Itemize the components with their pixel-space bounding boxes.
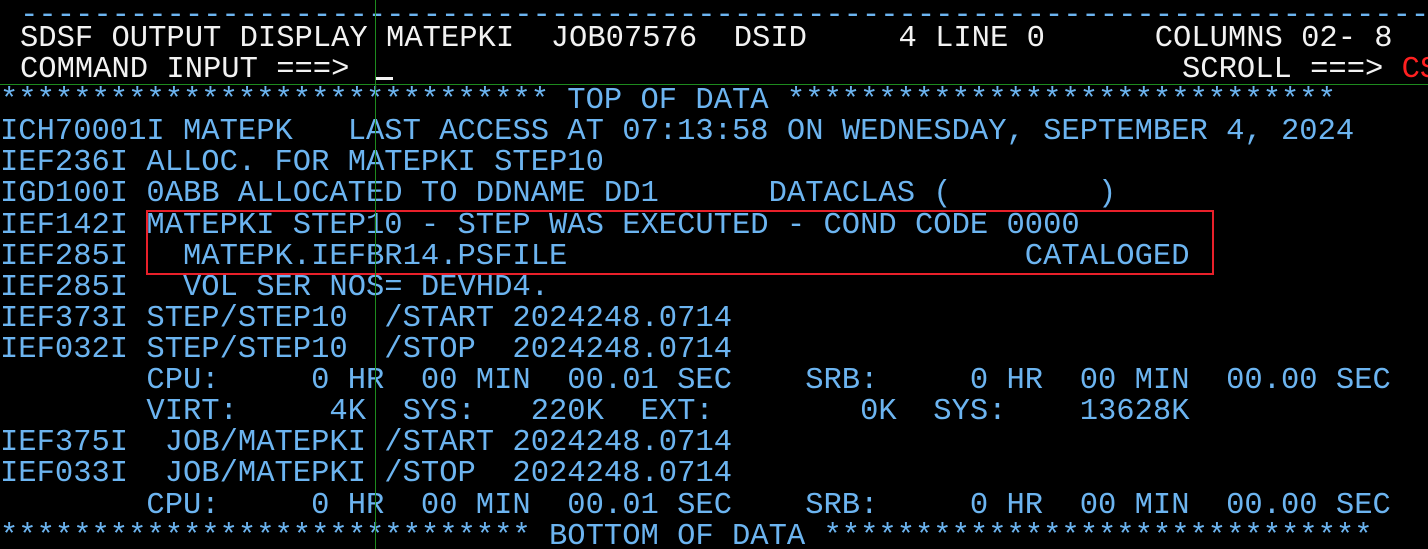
job-id: JOB07576 — [550, 22, 698, 56]
screen-title: SDSF OUTPUT DISPLAY — [20, 22, 368, 56]
crosshair-vertical-rule — [375, 0, 376, 549]
output-line: IEF236I ALLOC. FOR MATEPKI STEP10 — [0, 146, 604, 180]
columns-label: COLUMNS — [1154, 22, 1283, 56]
sdsf-terminal-screen: ----------------------------------------… — [0, 0, 1428, 549]
dsid-value: 4 — [898, 22, 917, 56]
output-line: IEF375I JOB/MATEPKI /START 2024248.0714 — [0, 426, 732, 460]
output-line: IEF373I STEP/STEP10 /START 2024248.0714 — [0, 302, 732, 336]
command-line: COMMAND INPUT ===> — [20, 55, 368, 86]
highlight-annotation-box — [146, 210, 1214, 275]
line-label: LINE — [935, 22, 1009, 56]
sdsf-title-line: SDSF OUTPUT DISPLAY MATEPKI JOB07576 DSI… — [20, 24, 1393, 55]
output-line: ICH70001I MATEPK LAST ACCESS AT 07:13:58… — [0, 115, 1355, 149]
crosshair-horizontal-rule — [0, 84, 1428, 85]
line-value: 0 — [1026, 22, 1045, 56]
output-line: IEF033I JOB/MATEPKI /STOP 2024248.0714 — [0, 457, 732, 491]
scroll-amount-field[interactable]: CSR — [1402, 53, 1428, 87]
scroll-label: SCROLL ===> — [1182, 53, 1384, 87]
columns-value: 02- 8 — [1301, 22, 1393, 56]
scroll-line: SCROLL ===> CSR — [1182, 55, 1428, 86]
command-input-label: COMMAND INPUT ===> — [20, 53, 350, 87]
output-line: IGD100I 0ABB ALLOCATED TO DDNAME DD1 DAT… — [0, 177, 1117, 211]
output-line: CPU: 0 HR 00 MIN 00.01 SEC SRB: 0 HR 00 … — [0, 489, 1391, 523]
header-dashed-rule: ----------------------------------------… — [20, 6, 1428, 20]
job-name: MATEPKI — [386, 22, 515, 56]
bottom-of-data-line: ***************************** BOTTOM OF … — [0, 520, 1373, 549]
output-line: IEF032I STEP/STEP10 /STOP 2024248.0714 — [0, 333, 732, 367]
output-line: CPU: 0 HR 00 MIN 00.01 SEC SRB: 0 HR 00 … — [0, 364, 1391, 398]
dsid-label: DSID — [733, 22, 807, 56]
output-line: VIRT: 4K SYS: 220K EXT: 0K SYS: 13628K — [0, 395, 1190, 429]
output-line: IEF285I VOL SER NOS= DEVHD4. — [0, 271, 549, 305]
top-of-data-line: ****************************** TOP OF DA… — [0, 84, 1336, 118]
text-cursor — [376, 77, 393, 80]
